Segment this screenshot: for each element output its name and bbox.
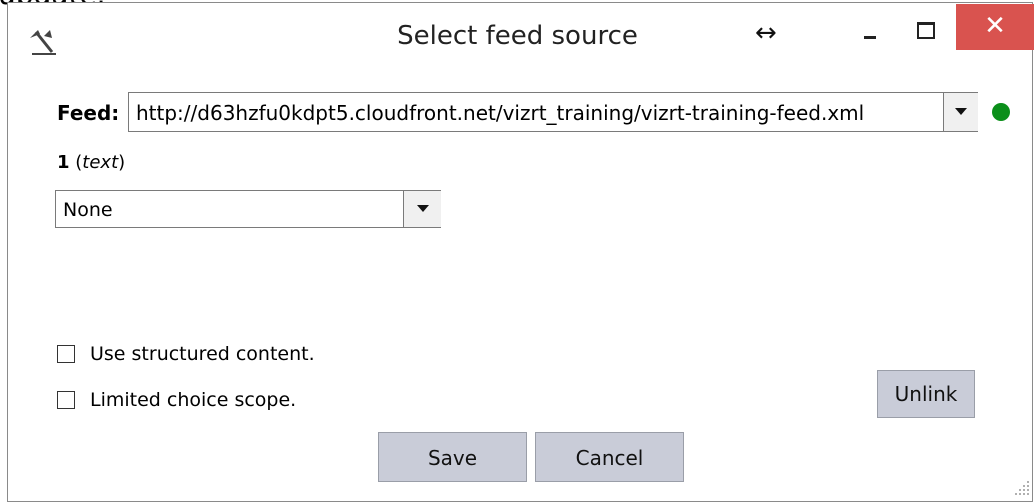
resize-grip-icon[interactable] [1010, 476, 1032, 498]
feed-status-indicator [992, 103, 1010, 121]
field-type: text [82, 152, 119, 173]
field-source-value[interactable]: None [63, 199, 113, 221]
field-number: 1 [57, 152, 70, 173]
maximize-button[interactable] [905, 20, 945, 54]
chevron-down-icon [955, 108, 967, 115]
save-button[interactable]: Save [378, 432, 527, 482]
unlink-button[interactable]: Unlink [877, 370, 975, 418]
limited-choice-checkbox[interactable] [57, 391, 75, 409]
close-button[interactable]: ✕ [956, 4, 1034, 50]
structured-content-label[interactable]: Use structured content. [90, 343, 315, 365]
close-icon: ✕ [984, 11, 1006, 41]
feed-dropdown-button[interactable] [943, 93, 978, 131]
resize-horizontal-icon[interactable]: ↔ [755, 18, 777, 48]
field-source-dropdown-button[interactable] [403, 191, 441, 227]
feed-url-value[interactable]: http://d63hzfu0kdpt5.cloudfront.net/vizr… [136, 101, 864, 125]
field-source-combobox[interactable] [55, 190, 441, 228]
limited-choice-label[interactable]: Limited choice scope. [90, 389, 296, 411]
cancel-button[interactable]: Cancel [535, 432, 684, 482]
field-label: 1 (text) [57, 152, 126, 173]
feed-label: Feed: [57, 101, 120, 125]
structured-content-checkbox[interactable] [57, 345, 75, 363]
minimize-button[interactable] [860, 20, 900, 54]
chevron-down-icon [416, 205, 429, 212]
